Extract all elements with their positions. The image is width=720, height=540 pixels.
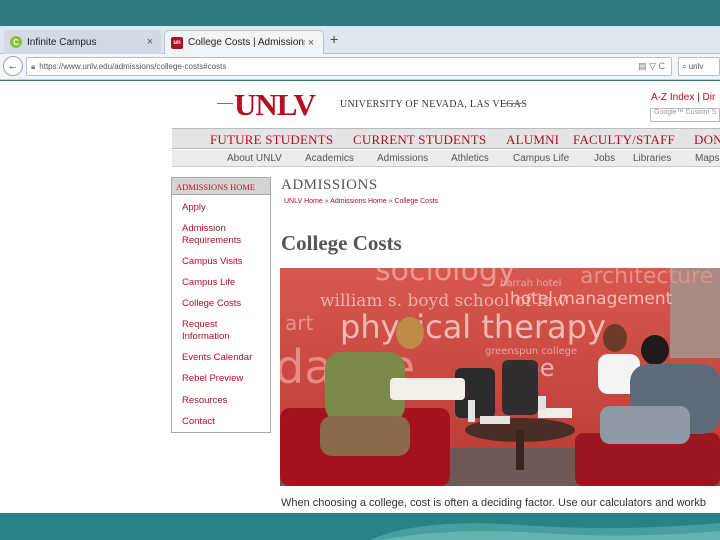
- sidebar-heading[interactable]: ADMISSIONS HOME: [172, 178, 270, 195]
- site-search-input[interactable]: Google™ Custom S: [650, 108, 720, 122]
- breadcrumb-separator: »: [324, 198, 329, 205]
- subnav-academics[interactable]: Academics: [305, 153, 354, 164]
- admissions-sidebar: ADMISSIONS HOME Apply Admission Requireme…: [171, 177, 271, 433]
- tab-infinite-campus[interactable]: C Infinite Campus ×: [4, 30, 162, 54]
- header-rule-left: [217, 103, 233, 104]
- close-tab-icon[interactable]: ×: [144, 36, 156, 48]
- unlv-logo[interactable]: UNLV: [234, 87, 316, 123]
- infinite-campus-favicon-icon: C: [10, 36, 22, 48]
- close-tab-icon[interactable]: ×: [305, 37, 317, 49]
- breadcrumb-admissions-home[interactable]: Admissions Home: [330, 198, 386, 205]
- slide-bottom-band: [0, 513, 720, 540]
- subnav-about-unlv[interactable]: About UNLV: [227, 153, 282, 164]
- new-tab-button[interactable]: +: [330, 31, 338, 47]
- search-icon: ⌕: [682, 61, 689, 71]
- sidebar-item-request-information[interactable]: Request Information: [182, 319, 230, 343]
- sidebar-item-admission-requirements[interactable]: Admission Requirements: [182, 223, 241, 247]
- search-text: unlv: [688, 62, 704, 71]
- sidebar-item-campus-life[interactable]: Campus Life: [182, 277, 235, 289]
- nav-current-students[interactable]: CURRENT STUDENTS: [353, 132, 486, 148]
- browser-nav-bar: ← 🔒︎ https://www.unlv.edu/admissions/col…: [0, 54, 720, 80]
- subnav-libraries[interactable]: Libraries: [633, 153, 671, 164]
- browser-search-box[interactable]: ⌕ unlv: [678, 57, 720, 76]
- sidebar-item-campus-visits[interactable]: Campus Visits: [182, 256, 243, 268]
- nav-donors[interactable]: DON: [694, 132, 720, 148]
- address-bar[interactable]: 🔒︎ https://www.unlv.edu/admissions/colle…: [26, 57, 672, 76]
- main-nav: FUTURE STUDENTS CURRENT STUDENTS ALUMNI …: [172, 128, 720, 149]
- nav-future-students[interactable]: FUTURE STUDENTS: [210, 132, 333, 148]
- nav-alumni[interactable]: ALUMNI: [506, 132, 559, 148]
- photo-word: art: [285, 311, 313, 335]
- subnav-admissions[interactable]: Admissions: [377, 153, 428, 164]
- photo-word: harrah hotel: [500, 278, 561, 289]
- header-rule-right: [502, 103, 522, 104]
- sidebar-item-apply[interactable]: Apply: [182, 202, 206, 214]
- breadcrumb-unlv-home[interactable]: UNLV Home: [284, 198, 323, 205]
- sidebar-item-contact[interactable]: Contact: [182, 416, 215, 428]
- page-title: College Costs: [281, 231, 402, 255]
- sub-nav: About UNLV Academics Admissions Athletic…: [172, 150, 720, 167]
- intro-text: When choosing a college, cost is often a…: [281, 497, 706, 509]
- slide-top-band: [0, 0, 720, 26]
- photo-word: hotel management: [510, 289, 673, 309]
- subnav-jobs[interactable]: Jobs: [594, 153, 615, 164]
- slide-wave-decoration: [370, 523, 720, 540]
- students-photo: sociology architecture harrah hotel will…: [280, 268, 720, 486]
- url-text: https://www.unlv.edu/admissions/college-…: [39, 62, 227, 71]
- back-button[interactable]: ←: [3, 56, 23, 76]
- tab-college-costs[interactable]: un College Costs | Admissions... ×: [164, 30, 324, 54]
- sidebar-item-college-costs[interactable]: College Costs: [182, 298, 241, 310]
- students-photo-illustration: sociology architecture harrah hotel will…: [280, 268, 720, 486]
- section-title: ADMISSIONS: [281, 177, 378, 193]
- lock-icon: 🔒︎: [31, 61, 36, 71]
- sidebar-item-events-calendar[interactable]: Events Calendar: [182, 352, 252, 364]
- subnav-campus-life[interactable]: Campus Life: [513, 153, 569, 164]
- sidebar-item-resources[interactable]: Resources: [182, 395, 227, 407]
- photo-word: sociology: [375, 268, 516, 288]
- tab-title: College Costs | Admissions...: [188, 37, 305, 48]
- breadcrumb-separator: »: [388, 198, 393, 205]
- university-name: UNIVERSITY OF NEVADA, LAS VEGAS: [340, 99, 528, 110]
- subnav-athletics[interactable]: Athletics: [451, 153, 489, 164]
- reader-view-icon[interactable]: ▤ ▽ C: [638, 61, 665, 72]
- unlv-favicon-icon: un: [171, 36, 183, 49]
- photo-word: architecture: [580, 268, 713, 289]
- sidebar-item-rebel-preview[interactable]: Rebel Preview: [182, 373, 243, 385]
- breadcrumb-college-costs: College Costs: [394, 198, 439, 205]
- browser-tab-strip: C Infinite Campus × un College Costs | A…: [0, 26, 720, 54]
- subnav-maps[interactable]: Maps: [695, 153, 719, 164]
- web-page: UNLV UNIVERSITY OF NEVADA, LAS VEGAS A-Z…: [0, 81, 720, 513]
- nav-faculty-staff[interactable]: FACULTY/STAFF: [573, 132, 675, 148]
- az-index-link[interactable]: A-Z Index | Dir: [651, 92, 715, 103]
- breadcrumb: UNLV Home » Admissions Home » College Co…: [284, 198, 438, 205]
- tab-title: Infinite Campus: [27, 36, 97, 48]
